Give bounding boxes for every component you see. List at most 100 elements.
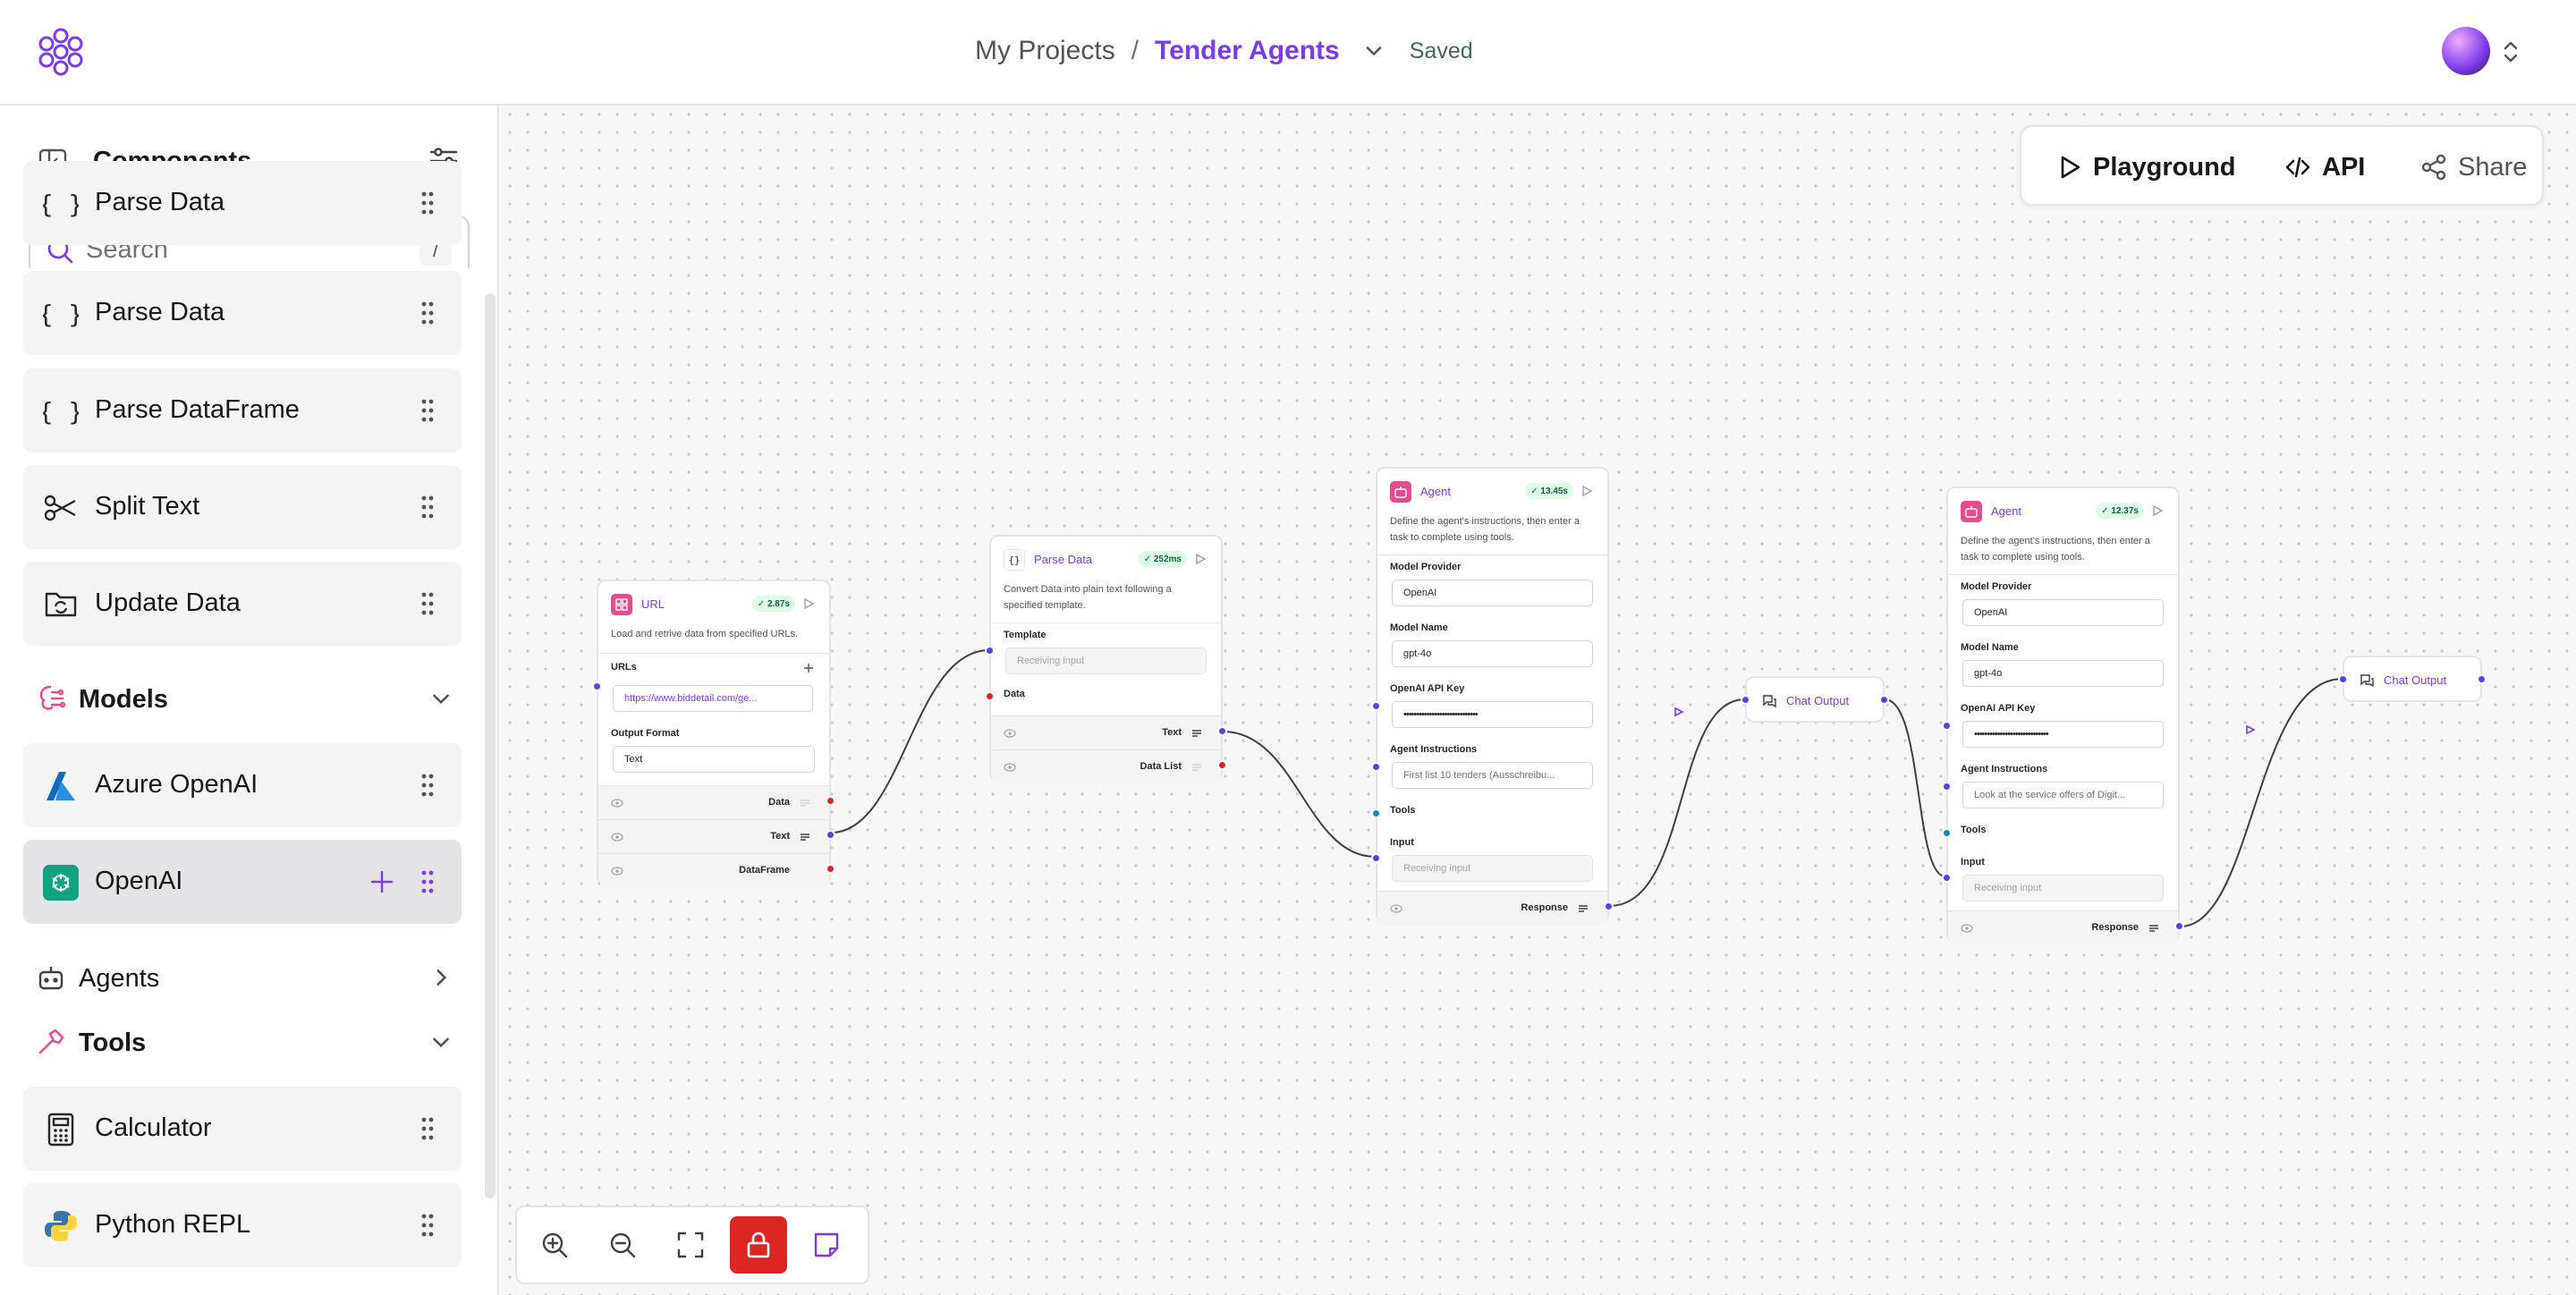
- output-handle-text[interactable]: [826, 830, 835, 840]
- url-input[interactable]: https://www.biddetail.com/ge...: [613, 685, 813, 712]
- eye-icon[interactable]: [1004, 762, 1016, 773]
- drag-handle-icon[interactable]: [420, 398, 435, 423]
- lock-canvas-button[interactable]: [730, 1216, 787, 1274]
- output-handle-dataframe[interactable]: [826, 864, 835, 874]
- list-item-split-text[interactable]: Split Text: [23, 465, 462, 549]
- input-handle-template[interactable]: [985, 646, 995, 656]
- agent-instructions-input[interactable]: Look at the service offers of Digit...: [1962, 782, 2164, 808]
- list-icon[interactable]: [799, 797, 811, 809]
- eye-icon[interactable]: [1004, 728, 1016, 739]
- node-title[interactable]: Chat Output: [1786, 694, 1849, 707]
- output-handle-response[interactable]: [2174, 921, 2184, 931]
- eye-icon[interactable]: [611, 866, 623, 876]
- input-handle-input[interactable]: [1942, 873, 1952, 883]
- model-name-select[interactable]: gpt-4o: [1962, 660, 2164, 687]
- add-component-icon[interactable]: [367, 867, 397, 897]
- list-item-azure-openai[interactable]: Azure OpenAI: [23, 743, 462, 827]
- agent-instructions-input[interactable]: First list 10 tenders (Ausschreibu...: [1392, 762, 1593, 789]
- output-handle[interactable]: [1879, 695, 1889, 705]
- input-handle[interactable]: [2338, 674, 2348, 684]
- category-tools[interactable]: Tools: [32, 1020, 453, 1064]
- output-handle-response[interactable]: [1604, 901, 1614, 911]
- node-title[interactable]: Agent: [1991, 504, 2021, 518]
- node-title[interactable]: Chat Output: [2384, 673, 2446, 687]
- node-title[interactable]: Agent: [1420, 485, 1451, 498]
- list-icon[interactable]: [2148, 922, 2160, 935]
- play-icon[interactable]: [1194, 553, 1207, 565]
- output-format-select[interactable]: Text: [613, 746, 815, 773]
- list-item-python-repl[interactable]: Python REPL: [23, 1183, 462, 1267]
- chevron-down-icon[interactable]: [1361, 38, 1386, 63]
- list-icon[interactable]: [1191, 727, 1203, 740]
- output-handle-text[interactable]: [1217, 726, 1227, 736]
- drag-handle-icon[interactable]: [420, 869, 435, 894]
- fit-view-button[interactable]: [662, 1216, 719, 1274]
- eye-icon[interactable]: [611, 798, 623, 808]
- list-icon[interactable]: [1577, 902, 1589, 915]
- flow-name[interactable]: Tender Agents: [1155, 36, 1340, 66]
- user-avatar[interactable]: [2442, 27, 2490, 75]
- input-field[interactable]: Receiving input: [1962, 875, 2164, 901]
- category-agents[interactable]: Agents: [32, 955, 453, 1000]
- input-handle-tools[interactable]: [1942, 828, 1952, 838]
- list-icon[interactable]: [799, 831, 811, 843]
- eye-icon[interactable]: [611, 832, 623, 842]
- play-icon[interactable]: [1580, 485, 1593, 497]
- model-name-select[interactable]: gpt-4o: [1392, 640, 1593, 667]
- list-item-parse-data[interactable]: { } Parse Data: [23, 271, 462, 355]
- input-handle-instructions[interactable]: [1942, 782, 1952, 791]
- node-agent[interactable]: Agent ✓ 13.45s Define the agent's instru…: [1371, 467, 1614, 925]
- chevrons-up-down-icon[interactable]: [2501, 38, 2521, 66]
- input-handle-api-key[interactable]: [1942, 721, 1952, 731]
- app-logo-icon[interactable]: [34, 25, 88, 79]
- model-provider-select[interactable]: OpenAI: [1962, 599, 2164, 626]
- zoom-out-button[interactable]: [594, 1216, 651, 1274]
- node-title[interactable]: Parse Data: [1034, 553, 1092, 566]
- list-item-calculator[interactable]: Calculator: [23, 1087, 462, 1171]
- input-handle[interactable]: [592, 681, 602, 691]
- list-item-parse-dataframe[interactable]: { } Parse DataFrame: [23, 368, 462, 453]
- category-models[interactable]: Models: [32, 676, 453, 721]
- drag-handle-icon[interactable]: [420, 495, 435, 520]
- input-field[interactable]: Receiving input: [1392, 855, 1593, 882]
- breadcrumb-projects-link[interactable]: My Projects: [975, 36, 1115, 66]
- template-input[interactable]: Receiving input: [1005, 648, 1207, 674]
- input-handle-input[interactable]: [1371, 853, 1381, 863]
- play-icon[interactable]: [802, 597, 815, 610]
- list-item-update-data[interactable]: Update Data: [23, 562, 462, 646]
- drag-handle-icon[interactable]: [420, 591, 435, 616]
- api-key-input[interactable]: •••••••••••••••••••••••••••••: [1392, 701, 1593, 728]
- input-handle-tools[interactable]: [1371, 808, 1381, 818]
- drag-handle-icon[interactable]: [420, 1213, 435, 1238]
- output-handle-data[interactable]: [826, 796, 835, 806]
- playground-button[interactable]: Playground: [2055, 147, 2236, 188]
- drag-handle-icon[interactable]: [420, 190, 435, 216]
- drag-handle-icon[interactable]: [420, 1116, 435, 1141]
- input-handle[interactable]: [1741, 695, 1750, 705]
- plus-icon[interactable]: [802, 662, 815, 674]
- node-title[interactable]: URL: [641, 597, 665, 611]
- list-item-openai[interactable]: OpenAI: [23, 840, 462, 924]
- api-button[interactable]: API: [2284, 147, 2365, 188]
- node-chat-output-2[interactable]: Chat Output: [2338, 656, 2487, 702]
- input-handle-api-key[interactable]: [1371, 701, 1381, 711]
- node-parse-data[interactable]: {} Parse Data ✓ 252ms Convert Data into …: [985, 535, 1227, 783]
- output-handle[interactable]: [2477, 674, 2487, 684]
- input-handle-instructions[interactable]: [1371, 762, 1381, 772]
- drag-handle-icon[interactable]: [420, 300, 435, 326]
- sidebar-scrollbar-thumb[interactable]: [485, 295, 496, 1198]
- input-handle-data[interactable]: [985, 691, 995, 701]
- list-icon[interactable]: [1191, 761, 1203, 774]
- node-chat-output[interactable]: Chat Output: [1741, 676, 1889, 723]
- drag-handle-icon[interactable]: [420, 773, 435, 798]
- play-icon[interactable]: [2151, 504, 2164, 517]
- api-key-input[interactable]: •••••••••••••••••••••••••••••: [1962, 721, 2164, 748]
- zoom-in-button[interactable]: [526, 1216, 583, 1274]
- node-url[interactable]: URL ✓ 2.87s Load and retrive data from s…: [592, 580, 835, 887]
- share-button[interactable]: Share: [2420, 147, 2527, 188]
- model-provider-select[interactable]: OpenAI: [1392, 580, 1593, 606]
- eye-icon[interactable]: [1961, 923, 1973, 934]
- node-agent-2[interactable]: Agent ✓ 12.37s Define the agent's instru…: [1942, 487, 2184, 944]
- eye-icon[interactable]: [1390, 903, 1402, 914]
- output-handle-data-list[interactable]: [1217, 760, 1227, 770]
